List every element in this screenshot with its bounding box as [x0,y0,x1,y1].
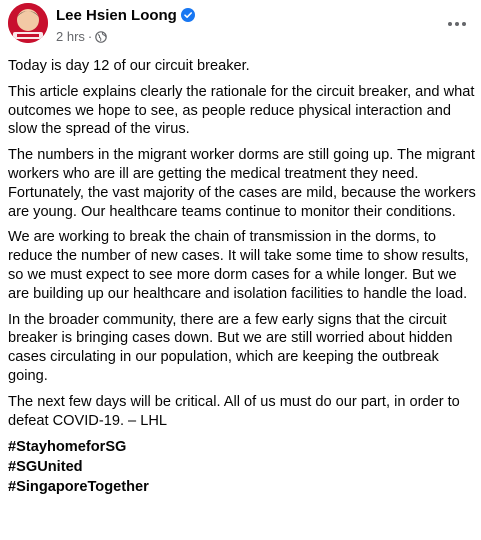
post-header: Lee Hsien Loong 2 hrs · [0,0,481,52]
timestamp[interactable]: 2 hrs [56,29,85,44]
post-paragraph: In the broader community, there are a fe… [8,311,453,384]
more-options-icon [448,22,466,26]
hashtag-list: #StayhomeforSG #SGUnited #SingaporeToget… [8,437,478,497]
author-name[interactable]: Lee Hsien Loong [56,7,177,24]
hashtag-link[interactable]: #SingaporeTogether [8,477,478,497]
author-line: Lee Hsien Loong [56,5,195,25]
post-paragraph: The numbers in the migrant worker dorms … [8,147,476,220]
post-paragraph: Today is day 12 of our circuit breaker. [8,58,250,74]
profile-photo [8,3,48,43]
avatar[interactable] [8,3,48,43]
hashtag-link[interactable]: #StayhomeforSG [8,437,478,457]
more-options-button[interactable] [443,10,471,38]
facebook-post: Lee Hsien Loong 2 hrs · Today is day 12 … [0,0,481,540]
globe-icon[interactable] [95,30,108,43]
hashtag-link[interactable]: #SGUnited [8,457,478,477]
post-paragraph: The next few days will be critical. All … [8,393,460,429]
post-body: Today is day 12 of our circuit breaker. … [8,57,478,497]
post-meta: 2 hrs · [56,29,108,44]
meta-separator: · [87,29,93,44]
post-paragraph: We are working to break the chain of tra… [8,229,469,302]
post-paragraph: This article explains clearly the ration… [8,83,475,138]
verified-badge-icon [180,8,195,22]
